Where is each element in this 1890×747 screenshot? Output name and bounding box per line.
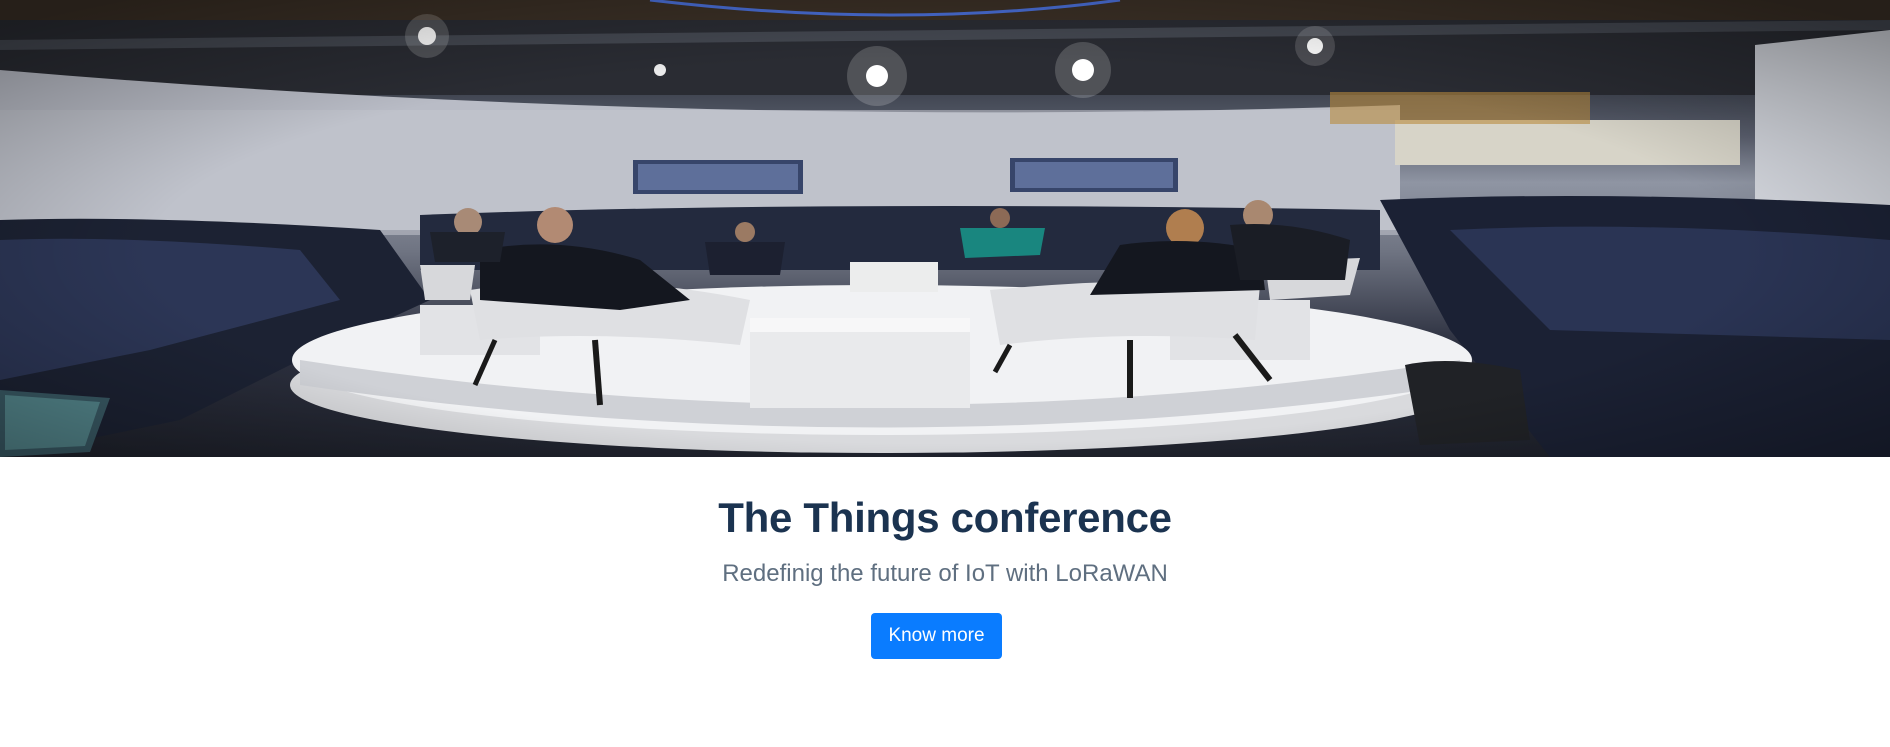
hero-image (0, 0, 1890, 457)
page-subtitle: Redefinig the future of IoT with LoRaWAN (722, 560, 1168, 587)
page-title: The Things conference (718, 494, 1172, 541)
conference-panel-photo (0, 0, 1890, 457)
page: The Things conference Redefinig the futu… (0, 0, 1890, 747)
know-more-button[interactable]: Know more (871, 613, 1002, 659)
hero-content: The Things conference Redefinig the futu… (0, 457, 1890, 747)
